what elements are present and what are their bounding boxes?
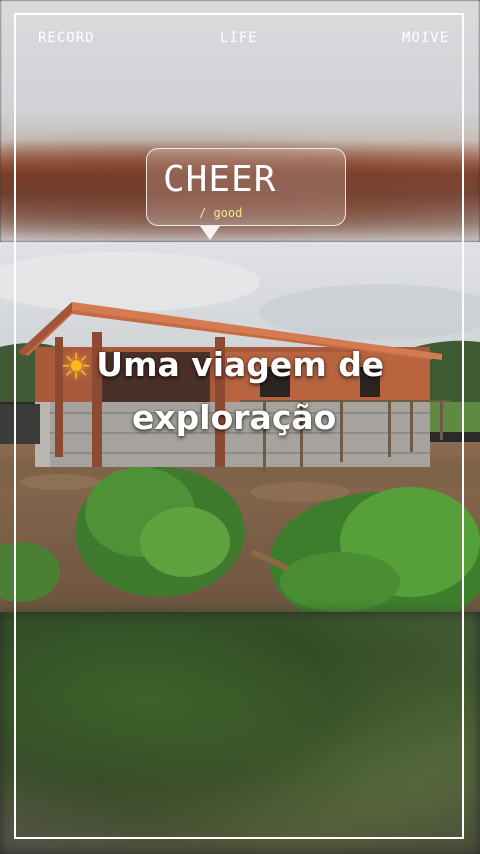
story-screen: RECORD LIFE MOIVE CHEER / good ☀ Uma viag… <box>0 0 480 854</box>
sun-icon: ☀ <box>60 347 93 388</box>
speech-bubble-tail <box>200 226 220 240</box>
caption-line-1-text: Uma viagem de <box>96 345 385 384</box>
bubble-subtitle: / good <box>199 206 243 220</box>
top-nav: RECORD LIFE MOIVE <box>0 30 480 50</box>
nav-record[interactable]: RECORD <box>38 30 95 46</box>
nav-moive[interactable]: MOIVE <box>402 30 449 46</box>
bubble-title: CHEER <box>163 159 277 200</box>
caption-line-2: exploração <box>132 398 337 437</box>
speech-bubble: CHEER / good <box>146 148 346 226</box>
caption-text: ☀ Uma viagem de exploração <box>60 340 440 443</box>
caption-line-1: ☀ Uma viagem de <box>60 340 440 393</box>
nav-life[interactable]: LIFE <box>220 30 258 46</box>
blurred-background-bottom <box>0 612 480 854</box>
